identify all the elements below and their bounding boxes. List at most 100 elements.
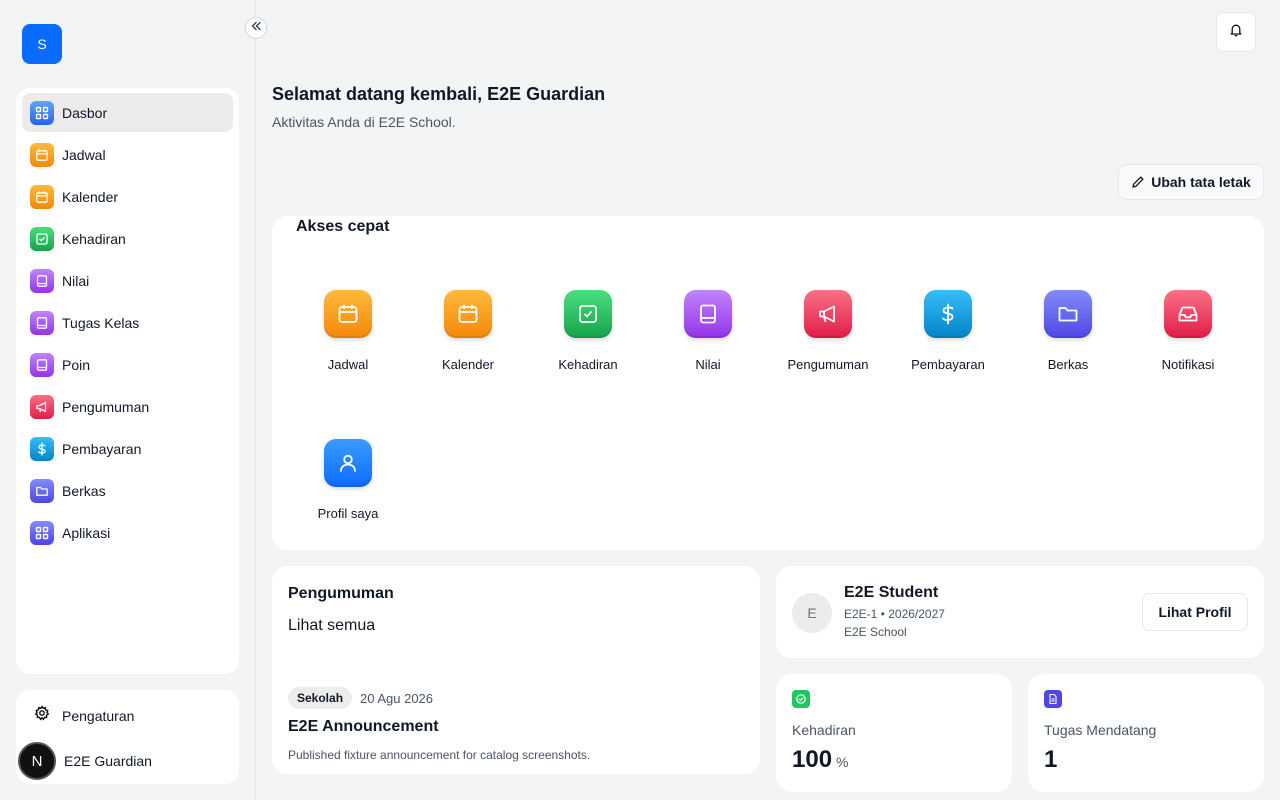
quick-tile-jadwal[interactable]: Jadwal [288,290,408,372]
document-icon [1044,690,1062,708]
student-profile-card: E E2E Student E2E-1 • 2026/2027 E2E Scho… [776,566,1264,658]
sidebar-nav: Dasbor Jadwal Kalender Kehadiran Nilai T… [16,88,239,674]
quick-tile-label: Pengumuman [787,357,869,372]
student-school: E2E School [844,625,907,639]
sidebar: S Dasbor Jadwal Kalender Kehadiran Nilai… [0,0,256,800]
page-title: Selamat datang kembali, E2E Guardian [272,84,606,104]
calendar-icon [324,290,372,338]
announcement-date: 20 Agu 2026 [360,691,434,706]
sidebar-item-label: Dasbor [62,104,108,121]
sidebar-item-label: Jadwal [62,146,106,163]
quick-tile-nilai[interactable]: Nilai [648,290,768,372]
sidebar-item-berkas[interactable]: Berkas [22,471,233,510]
calendar-icon [444,290,492,338]
stat-label: Kehadiran [792,722,856,738]
app-logo[interactable]: S [22,24,62,64]
notifications-button[interactable] [1216,12,1256,52]
quick-tile-kehadiran[interactable]: Kehadiran [528,290,648,372]
sidebar-item-label: Aplikasi [62,524,111,541]
dollar-icon [924,290,972,338]
user-name-label: E2E Guardian [64,753,152,769]
sidebar-item-label: Nilai [62,272,90,289]
view-profile-button[interactable]: Lihat Profil [1142,593,1248,631]
chevrons-left-icon [250,19,262,37]
folder-icon [30,478,54,503]
sidebar-item-kalender[interactable]: Kalender [22,177,233,216]
calendar-icon [30,142,54,167]
sidebar-footer: Pengaturan N E2E Guardian [16,690,239,784]
quick-tile-label: Kehadiran [558,357,618,372]
check-square-icon [30,226,54,251]
quick-tile-label: Berkas [1047,357,1089,372]
folder-icon [1044,290,1092,338]
quick-tile-profil-saya[interactable]: Profil saya [288,439,408,521]
student-class-year: E2E-1 • 2026/2027 [844,607,945,621]
sidebar-item-label: Pengumuman [62,398,150,415]
sidebar-item-label: Tugas Kelas [62,314,140,331]
grid-icon [30,520,54,545]
pencil-icon [1132,176,1144,188]
announcement-body: Published fixture announcement for catal… [288,748,591,762]
book-icon [684,290,732,338]
sidebar-item-label: Poin [62,356,91,373]
quick-tile-kalender[interactable]: Kalender [408,290,528,372]
book-icon [30,310,54,335]
book-icon [30,352,54,377]
dollar-icon [30,436,54,461]
edit-layout-label: Ubah tata letak [1151,174,1251,190]
announcements-card: Pengumuman Lihat semua Sekolah 20 Agu 20… [272,566,760,774]
check-circle-icon [792,690,810,708]
sidebar-item-label: Kehadiran [62,230,126,247]
gear-icon [34,705,50,726]
quick-tile-label: Kalender [441,357,495,372]
sidebar-item-aplikasi[interactable]: Aplikasi [22,513,233,552]
quick-tile-pengumuman[interactable]: Pengumuman [768,290,888,372]
see-all-link[interactable]: Lihat semua [288,617,375,635]
quick-tile-label: Notifikasi [1161,357,1215,372]
user-icon [324,439,372,487]
announcements-title: Pengumuman [288,585,394,602]
megaphone-icon [804,290,852,338]
sidebar-item-poin[interactable]: Poin [22,345,233,384]
megaphone-icon [30,394,54,419]
bell-icon [1229,23,1243,42]
avatar: E [792,593,832,633]
quick-tile-pembayaran[interactable]: Pembayaran [888,290,1008,372]
sidebar-item-dasbor[interactable]: Dasbor [22,93,233,132]
quick-tile-label: Profil saya [317,506,379,521]
sidebar-item-tugas-kelas[interactable]: Tugas Kelas [22,303,233,342]
stat-unit: % [836,754,849,770]
check-square-icon [564,290,612,338]
stat-label: Tugas Mendatang [1044,722,1157,738]
quick-tile-berkas[interactable]: Berkas [1008,290,1128,372]
upcoming-tasks-value: 1 [1044,746,1058,773]
quick-access-card: Akses cepat Jadwal Kalender Kehadiran Ni… [272,216,1264,550]
sidebar-item-pengumuman[interactable]: Pengumuman [22,387,233,426]
sidebar-item-label: Kalender [62,188,119,205]
sidebar-item-label: Berkas [62,482,106,499]
quick-tile-label: Nilai [695,357,721,372]
avatar: N [18,742,56,780]
edit-layout-button[interactable]: Ubah tata letak [1118,164,1264,200]
sidebar-user-menu[interactable]: N E2E Guardian [18,742,152,780]
sidebar-item-settings[interactable]: Pengaturan [34,705,134,726]
sidebar-item-jadwal[interactable]: Jadwal [22,135,233,174]
page-subtitle: Aktivitas Anda di E2E School. [272,114,456,130]
book-icon [30,268,54,293]
inbox-icon [1164,290,1212,338]
sidebar-item-label: Pembayaran [62,440,142,457]
quick-tile-label: Jadwal [327,357,369,372]
sidebar-item-kehadiran[interactable]: Kehadiran [22,219,233,258]
upcoming-tasks-stat-card: Tugas Mendatang 1 [1028,674,1264,792]
attendance-value: 100 [792,746,833,773]
student-name: E2E Student [844,584,939,601]
quick-tile-label: Pembayaran [911,357,985,372]
quick-access-title: Akses cepat [296,218,390,235]
announcement-title[interactable]: E2E Announcement [288,718,439,736]
sidebar-item-pembayaran[interactable]: Pembayaran [22,429,233,468]
quick-tile-notifikasi[interactable]: Notifikasi [1128,290,1248,372]
collapse-sidebar-button[interactable] [245,17,267,39]
sidebar-item-nilai[interactable]: Nilai [22,261,233,300]
settings-label: Pengaturan [62,707,135,724]
category-badge: Sekolah [288,687,353,709]
